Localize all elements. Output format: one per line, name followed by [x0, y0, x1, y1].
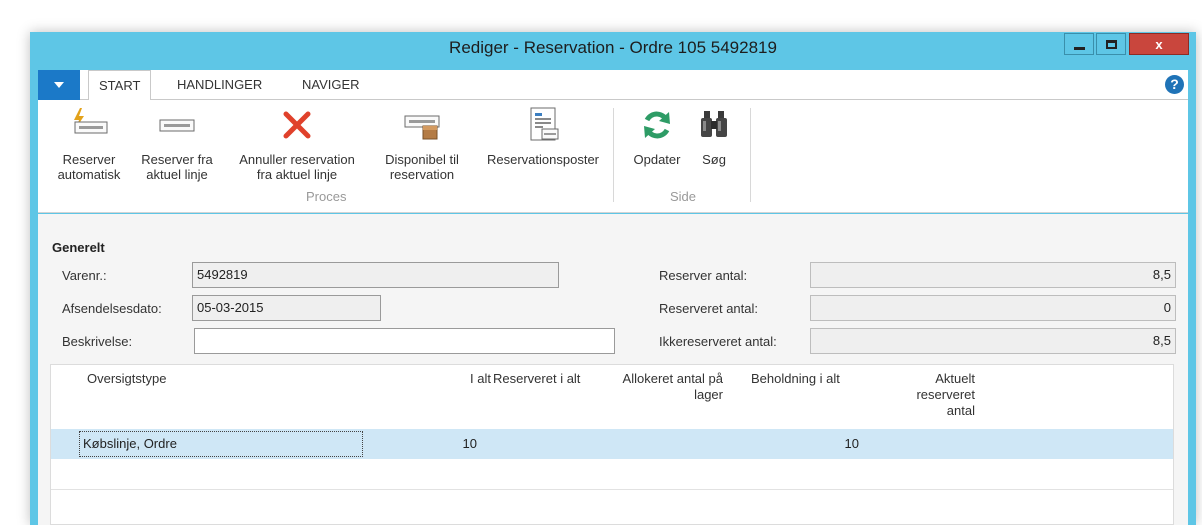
reserve-from-line-label-1: Reserver fra: [141, 152, 213, 167]
column-header-total[interactable]: I alt: [431, 371, 491, 387]
grid-row-divider: [51, 489, 1173, 490]
dropdown-arrow-icon: [54, 82, 64, 88]
row-type-cell: Købslinje, Ordre: [83, 436, 177, 451]
table-row[interactable]: Købslinje, Ordre 10 10: [51, 429, 1173, 459]
ship-date-field[interactable]: 05-03-2015: [192, 295, 381, 321]
ribbon-panel: Reserver automatisk Reserver fra aktuel li…: [38, 100, 1188, 213]
description-label: Beskrivelse:: [62, 334, 133, 349]
reserve-automatically-button[interactable]: Reserver automatisk: [46, 106, 132, 182]
unreserved-qty-label: Ikkereserveret antal:: [659, 334, 777, 349]
minimize-icon: [1073, 46, 1085, 50]
group-label-side: Side: [670, 189, 697, 204]
reserve-from-line-button[interactable]: Reserver fra aktuel linje: [134, 106, 220, 182]
allocated-header-line-1: Allokeret antal på: [622, 371, 723, 386]
tab-handlinger[interactable]: HANDLINGER: [167, 70, 272, 101]
section-title-general: Generelt: [52, 240, 105, 255]
available-for-reservation-label-2: reservation: [389, 167, 455, 182]
close-button[interactable]: x: [1129, 33, 1189, 55]
reservation-entries-label: Reservationsposter: [487, 152, 599, 167]
window-title: Rediger - Reservation - Ordre 105 549281…: [449, 38, 777, 57]
reserved-qty-field[interactable]: 0: [810, 295, 1176, 321]
refresh-button[interactable]: Opdater: [624, 106, 690, 167]
reservation-entries-button[interactable]: Reservationsposter: [476, 106, 610, 167]
maximize-icon: [1105, 39, 1117, 49]
column-header-reserved-total[interactable]: Reserveret i alt: [493, 371, 580, 387]
cancel-reservation-button[interactable]: Annuller reservation fra aktuel linje: [224, 106, 370, 182]
reservation-window: Rediger - Reservation - Ordre 105 549281…: [30, 32, 1196, 525]
column-header-type[interactable]: Oversigtstype: [87, 371, 166, 387]
cancel-reservation-label-1: Annuller reservation: [239, 152, 355, 167]
refresh-label: Opdater: [633, 152, 681, 167]
reserve-qty-label: Reserver antal:: [659, 268, 748, 283]
binoculars-icon: [692, 106, 736, 144]
minimize-button[interactable]: [1064, 33, 1094, 55]
available-for-reservation-label-1: Disponibel til: [385, 152, 459, 167]
ribbon-separator: [750, 108, 751, 202]
reserve-automatic-icon: [46, 106, 132, 144]
reserve-automatically-label-2: automatisk: [57, 167, 121, 182]
allocated-header-line-2: lager: [694, 387, 723, 402]
reserve-line-icon: [134, 106, 220, 144]
available-for-reservation-button[interactable]: Disponibel til reservation: [374, 106, 470, 182]
item-no-label: Varenr.:: [62, 268, 107, 283]
ribbon-tabs: START HANDLINGER NAVIGER ?: [38, 70, 1188, 101]
reserve-qty-field[interactable]: 8,5: [810, 262, 1176, 288]
tab-start[interactable]: START: [88, 70, 152, 101]
row-total-cell: 10: [462, 436, 477, 451]
reservation-entries-icon: [476, 106, 610, 144]
refresh-icon: [624, 106, 690, 144]
title-bar[interactable]: Rediger - Reservation - Ordre 105 549281…: [30, 32, 1196, 66]
close-icon: x: [1155, 36, 1163, 52]
maximize-button[interactable]: [1096, 33, 1126, 55]
search-label: Søg: [702, 152, 726, 167]
reservation-summary-grid: Oversigtstype I alt Reserveret i alt All…: [50, 364, 1174, 525]
ship-date-label: Afsendelsesdato:: [62, 301, 162, 316]
ribbon-separator: [613, 108, 614, 202]
reserved-qty-label: Reserveret antal:: [659, 301, 758, 316]
cancel-reservation-label-2: fra aktuel linje: [256, 167, 338, 182]
unreserved-qty-field[interactable]: 8,5: [810, 328, 1176, 354]
column-header-current-reserved[interactable]: Aktuelt reserveret antal: [881, 371, 975, 419]
app-menu-button[interactable]: [38, 70, 80, 100]
search-button[interactable]: Søg: [692, 106, 736, 167]
form-content: Generelt Varenr.: 5492819 Afsendelsesdat…: [38, 214, 1188, 525]
available-box-icon: [374, 106, 470, 144]
current-header-line-2: reserveret: [916, 387, 975, 402]
current-header-line-1: Aktuelt: [935, 371, 975, 386]
tab-naviger[interactable]: NAVIGER: [292, 70, 370, 101]
help-icon[interactable]: ?: [1165, 75, 1184, 94]
current-header-line-3: antal: [946, 403, 975, 418]
item-no-field[interactable]: 5492819: [192, 262, 559, 288]
column-header-inventory-total[interactable]: Beholdning i alt: [751, 371, 840, 387]
cancel-x-icon: [224, 106, 370, 144]
reserve-from-line-label-2: aktuel linje: [146, 167, 208, 182]
group-label-proces: Proces: [306, 189, 347, 204]
description-field[interactable]: [194, 328, 615, 354]
reserve-automatically-label-1: Reserver: [62, 152, 116, 167]
row-inventory-total-cell: 10: [844, 436, 859, 451]
column-header-allocated[interactable]: Allokeret antal på lager: [597, 371, 723, 403]
